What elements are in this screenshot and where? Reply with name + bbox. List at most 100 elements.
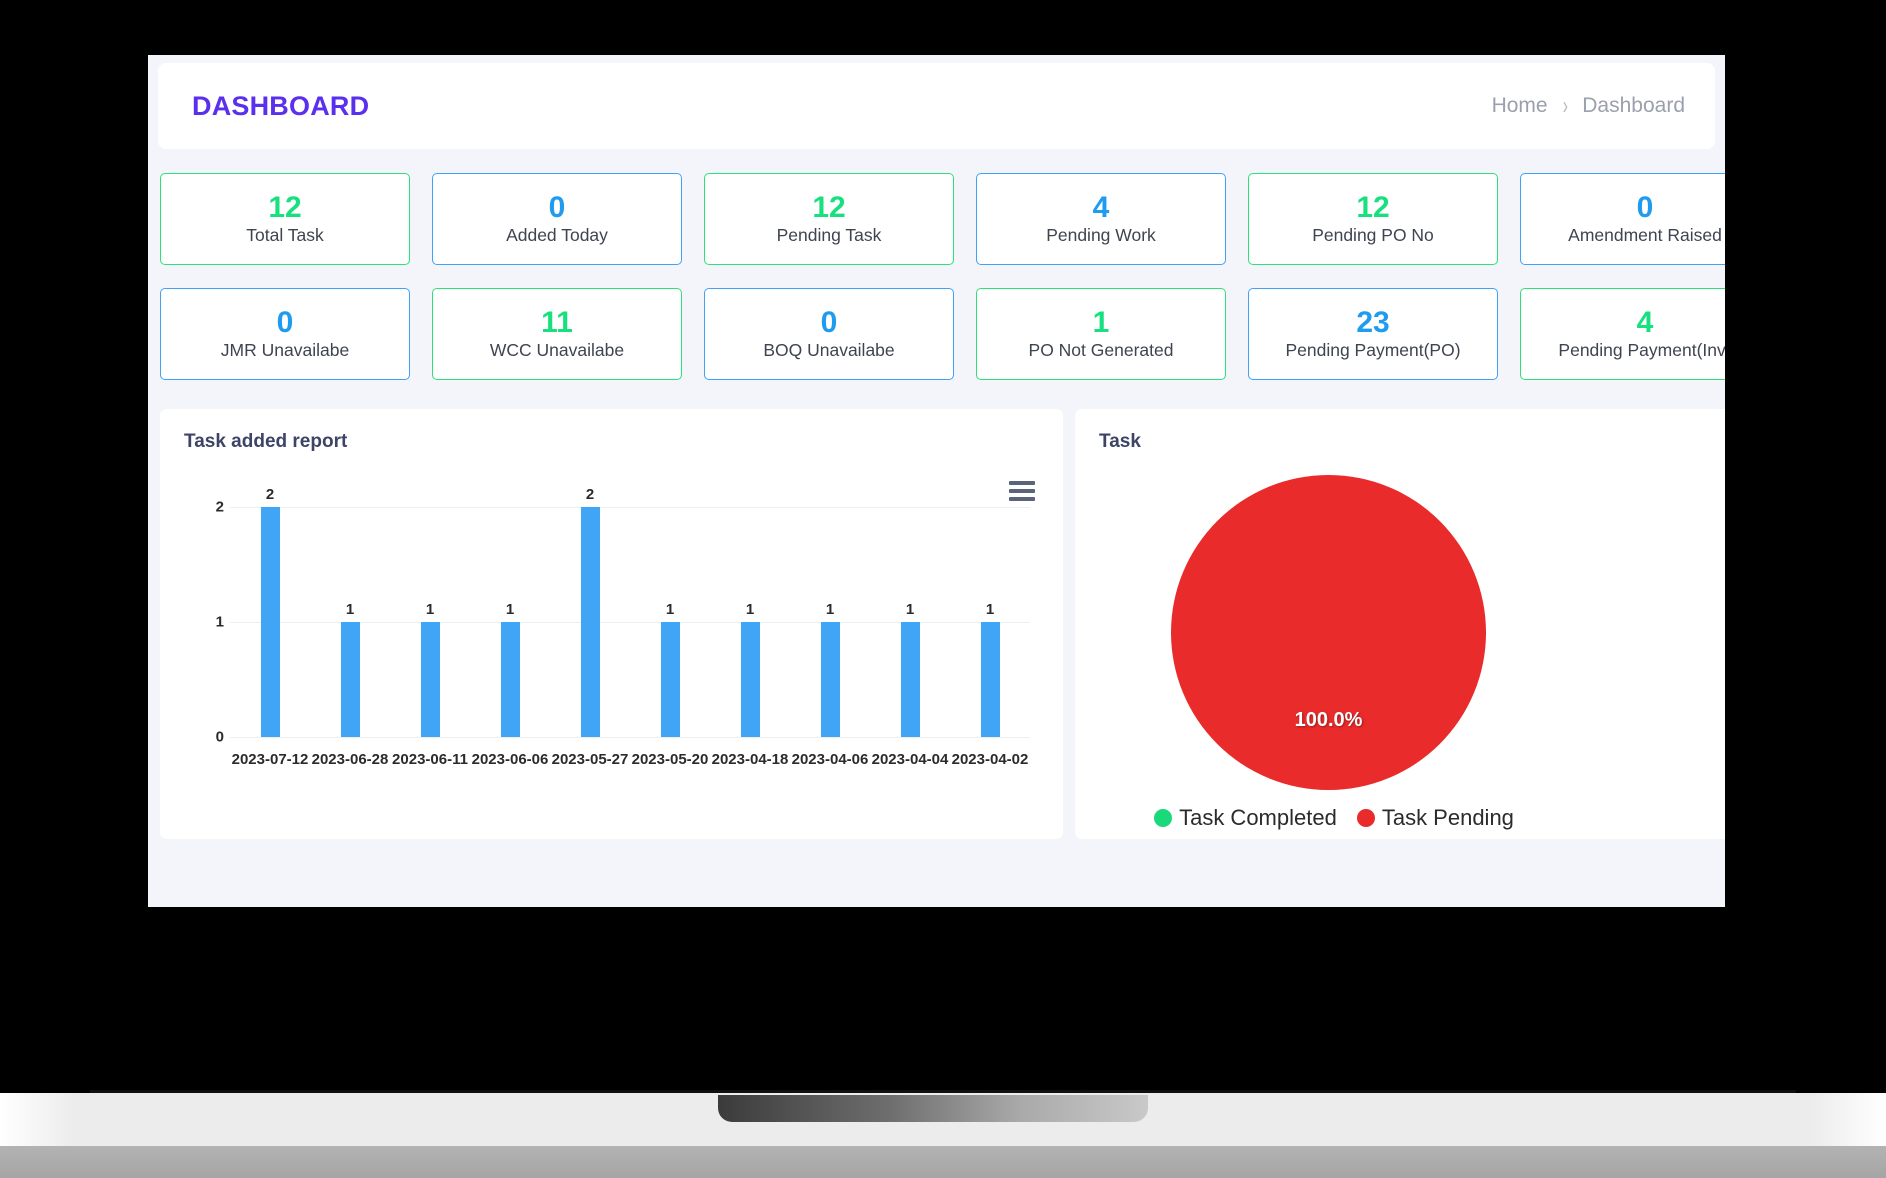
chevron-right-icon: › bbox=[1562, 92, 1567, 121]
stat-value: 11 bbox=[541, 307, 573, 339]
bar-slot: 1 bbox=[310, 507, 390, 737]
menu-line bbox=[1009, 481, 1035, 485]
pie-chart: 100.0% Task CompletedTask Pending bbox=[1099, 463, 1725, 833]
stat-value: 4 bbox=[1093, 192, 1110, 224]
stat-label: Pending PO No bbox=[1312, 225, 1434, 246]
stat-label: PO Not Generated bbox=[1029, 340, 1174, 361]
legend-label: Task Pending bbox=[1382, 805, 1514, 831]
stat-card-amendment-raised[interactable]: 0 Amendment Raised bbox=[1520, 173, 1725, 265]
hamburger-menu-icon[interactable] bbox=[1009, 481, 1035, 501]
bar-slot: 1 bbox=[870, 507, 950, 737]
charts-section: Task added report 012 2111211111 bbox=[148, 403, 1725, 839]
laptop-base-top bbox=[0, 1093, 1886, 1146]
pie-chart-title: Task bbox=[1099, 431, 1725, 453]
stat-label: Amendment Raised bbox=[1568, 225, 1722, 246]
stat-value: 0 bbox=[277, 307, 294, 339]
stat-value: 0 bbox=[549, 192, 566, 224]
bar[interactable] bbox=[981, 622, 1000, 737]
stat-label: Pending Work bbox=[1046, 225, 1156, 246]
laptop-mockup: DASHBOARD Home › Dashboard 12 Total Task… bbox=[0, 0, 1886, 1059]
stat-value: 4 bbox=[1637, 307, 1654, 339]
x-axis-tick-label: 2023-04-02 bbox=[950, 751, 1030, 768]
stat-label: WCC Unavailabe bbox=[490, 340, 624, 361]
stat-card-boq-unavailable[interactable]: 0 BOQ Unavailabe bbox=[704, 288, 954, 380]
bar[interactable] bbox=[741, 622, 760, 737]
breadcrumb: Home › Dashboard bbox=[1492, 94, 1685, 118]
bar-value-label: 1 bbox=[346, 601, 354, 618]
stat-value: 1 bbox=[1093, 307, 1110, 339]
stat-card-row-2: 0 JMR Unavailabe 11 WCC Unavailabe 0 BOQ… bbox=[160, 288, 1725, 380]
bar-value-label: 1 bbox=[506, 601, 514, 618]
bar-value-label: 1 bbox=[826, 601, 834, 618]
laptop-trackpad-notch bbox=[718, 1095, 1148, 1122]
y-axis-tick-label: 1 bbox=[200, 614, 224, 631]
x-axis-tick-label: 2023-07-12 bbox=[230, 751, 310, 768]
bar-value-label: 1 bbox=[986, 601, 994, 618]
x-axis-ticks: 2023-07-122023-06-282023-06-112023-06-06… bbox=[230, 751, 1030, 768]
bar[interactable] bbox=[501, 622, 520, 737]
stat-card-po-not-generated[interactable]: 1 PO Not Generated bbox=[976, 288, 1226, 380]
stat-card-wcc-unavailable[interactable]: 11 WCC Unavailabe bbox=[432, 288, 682, 380]
stat-value: 12 bbox=[1356, 192, 1389, 224]
stat-card-row-1: 12 Total Task 0 Added Today 12 Pending T… bbox=[160, 173, 1725, 265]
stat-card-pending-work[interactable]: 4 Pending Work bbox=[976, 173, 1226, 265]
bar-value-label: 2 bbox=[586, 486, 594, 503]
bar-value-label: 1 bbox=[906, 601, 914, 618]
bar-slot: 1 bbox=[710, 507, 790, 737]
bar[interactable] bbox=[261, 507, 280, 737]
bar-value-label: 2 bbox=[266, 486, 274, 503]
x-axis-tick-label: 2023-06-06 bbox=[470, 751, 550, 768]
y-axis-tick-label: 0 bbox=[200, 729, 224, 746]
bar[interactable] bbox=[661, 622, 680, 737]
legend-color-dot bbox=[1154, 809, 1172, 827]
stat-label: JMR Unavailabe bbox=[221, 340, 349, 361]
bar-chart-plot-area: 012 2111211111 bbox=[230, 507, 1030, 737]
stat-label: Total Task bbox=[246, 225, 324, 246]
menu-line bbox=[1009, 497, 1035, 501]
x-axis-tick-label: 2023-04-06 bbox=[790, 751, 870, 768]
stat-value: 0 bbox=[1637, 192, 1654, 224]
dashboard-page: DASHBOARD Home › Dashboard 12 Total Task… bbox=[148, 55, 1725, 907]
x-axis-tick-label: 2023-04-04 bbox=[870, 751, 950, 768]
stat-cards-section: 12 Total Task 0 Added Today 12 Pending T… bbox=[148, 149, 1725, 380]
stat-label: Pending Payment(PO) bbox=[1285, 340, 1460, 361]
laptop-screen: DASHBOARD Home › Dashboard 12 Total Task… bbox=[148, 55, 1725, 907]
bar-value-label: 1 bbox=[426, 601, 434, 618]
stat-card-total-task[interactable]: 12 Total Task bbox=[160, 173, 410, 265]
bar-slot: 2 bbox=[550, 507, 630, 737]
pie-legend: Task Completed Task Pending bbox=[1099, 805, 1569, 831]
legend-color-dot bbox=[1357, 809, 1375, 827]
bar-slot: 1 bbox=[950, 507, 1030, 737]
page-title: DASHBOARD bbox=[192, 91, 369, 122]
bar-slot: 1 bbox=[630, 507, 710, 737]
x-axis-tick-label: 2023-05-27 bbox=[550, 751, 630, 768]
x-axis-tick-label: 2023-04-18 bbox=[710, 751, 790, 768]
bar[interactable] bbox=[421, 622, 440, 737]
stat-card-pending-payment-po[interactable]: 23 Pending Payment(PO) bbox=[1248, 288, 1498, 380]
breadcrumb-home-link[interactable]: Home bbox=[1492, 94, 1548, 118]
x-axis-tick-label: 2023-06-11 bbox=[390, 751, 470, 768]
stat-card-added-today[interactable]: 0 Added Today bbox=[432, 173, 682, 265]
stat-value: 23 bbox=[1356, 307, 1389, 339]
task-added-report-panel: Task added report 012 2111211111 bbox=[160, 409, 1063, 839]
stat-card-jmr-unavailable[interactable]: 0 JMR Unavailabe bbox=[160, 288, 410, 380]
pie-slice-task-pending[interactable] bbox=[1171, 475, 1486, 790]
legend-label: Task Completed bbox=[1179, 805, 1337, 831]
stat-card-pending-task[interactable]: 12 Pending Task bbox=[704, 173, 954, 265]
breadcrumb-current: Dashboard bbox=[1582, 94, 1685, 118]
bar[interactable] bbox=[581, 507, 600, 737]
legend-item[interactable]: Task Completed bbox=[1154, 805, 1337, 831]
bar[interactable] bbox=[901, 622, 920, 737]
x-axis-tick-label: 2023-05-20 bbox=[630, 751, 710, 768]
gridline bbox=[230, 737, 1030, 738]
legend-item[interactable]: Task Pending bbox=[1357, 805, 1514, 831]
bar-slot: 1 bbox=[790, 507, 870, 737]
bar-slot: 1 bbox=[390, 507, 470, 737]
stat-card-pending-payment-inv[interactable]: 4 Pending Payment(Inv) bbox=[1520, 288, 1725, 380]
page-header: DASHBOARD Home › Dashboard bbox=[158, 63, 1715, 149]
y-axis-tick-label: 2 bbox=[200, 499, 224, 516]
stat-card-pending-po-no[interactable]: 12 Pending PO No bbox=[1248, 173, 1498, 265]
bar-slot: 1 bbox=[470, 507, 550, 737]
bar[interactable] bbox=[821, 622, 840, 737]
bar[interactable] bbox=[341, 622, 360, 737]
